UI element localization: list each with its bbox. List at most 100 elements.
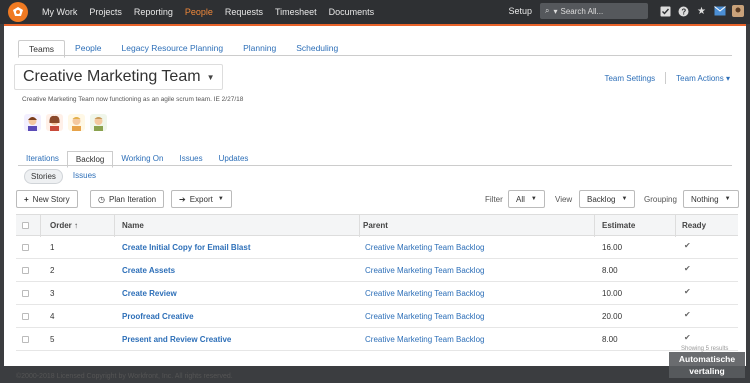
row-parent-link[interactable]: Creative Marketing Team Backlog [365, 289, 484, 298]
row-order: 3 [50, 289, 55, 298]
row-name-link[interactable]: Create Assets [122, 266, 175, 275]
row-parent-link[interactable]: Creative Marketing Team Backlog [365, 312, 484, 321]
chevron-down-icon: ▼ [724, 196, 731, 202]
table-row[interactable]: 1 Create Initial Copy for Email Blast Crea… [16, 236, 738, 259]
search-placeholder: Search All... [560, 6, 604, 16]
grouping-label: Grouping [644, 195, 677, 204]
member-avatar[interactable] [90, 114, 107, 131]
row-estimate: 10.00 [602, 289, 623, 298]
column-header-estimate[interactable]: Estimate [602, 221, 635, 230]
page-tabs-divider [18, 55, 732, 56]
svg-text:?: ? [681, 7, 686, 16]
workfront-logo-icon[interactable] [8, 2, 28, 22]
team-settings-link[interactable]: Team Settings [604, 74, 655, 83]
star-icon[interactable]: ★ [695, 5, 708, 18]
view-label: View [555, 195, 573, 204]
table-row[interactable]: 5 Present and Review Creative Creative Mar… [16, 328, 738, 351]
team-actions-link[interactable]: Team Actions ▾ [676, 74, 730, 83]
row-parent-link[interactable]: Creative Marketing Team Backlog [365, 335, 484, 344]
ready-check-icon[interactable]: ✔ [684, 241, 691, 250]
view-dropdown[interactable]: Backlog ▼ [579, 190, 636, 208]
column-header-parent[interactable]: Parent [363, 221, 388, 230]
clock-icon: ◷ [98, 194, 105, 204]
nav-item-requests[interactable]: Requests [225, 7, 263, 17]
export-arrow-icon: ➔ [179, 194, 186, 204]
copyright-footer: ©2000-2018 Licensed Copyright by Workfro… [16, 373, 233, 380]
column-divider [114, 215, 115, 237]
backlog-filter-pills: Stories Issues [24, 169, 106, 184]
row-checkbox[interactable] [22, 290, 29, 297]
main-nav: My Work Projects Reporting People Requests Ti… [42, 7, 386, 17]
column-divider [594, 215, 595, 237]
column-header-ready[interactable]: Ready [682, 221, 706, 230]
select-all-checkbox[interactable] [22, 222, 29, 229]
ready-check-icon[interactable]: ✔ [684, 264, 691, 273]
checklist-icon[interactable] [659, 5, 672, 18]
pill-issues[interactable]: Issues [67, 169, 102, 184]
row-checkbox[interactable] [22, 336, 29, 343]
table-row[interactable]: 3 Create Review Creative Marketing Team Ba… [16, 282, 738, 305]
top-nav-bar: My Work Projects Reporting People Requests Ti… [0, 0, 750, 24]
team-description: Creative Marketing Team now functioning … [22, 96, 244, 103]
nav-item-reporting[interactable]: Reporting [134, 7, 173, 17]
row-name-link[interactable]: Present and Review Creative [122, 335, 231, 344]
search-scope-chevron-icon: ▾ [553, 6, 558, 16]
ready-check-icon[interactable]: ✔ [684, 333, 691, 342]
row-estimate: 8.00 [602, 335, 618, 344]
nav-item-projects[interactable]: Projects [89, 7, 122, 17]
row-order: 2 [50, 266, 55, 275]
chevron-down-icon: ▼ [217, 196, 224, 202]
row-name-link[interactable]: Create Initial Copy for Email Blast [122, 243, 250, 252]
nav-item-people[interactable]: People [185, 7, 213, 17]
member-avatar[interactable] [46, 114, 63, 131]
search-input[interactable]: ⌕ ▾ Search All... [540, 3, 648, 19]
main-panel: Teams People Legacy Resource Planning Plann… [4, 24, 746, 380]
new-story-button[interactable]: + New Story [16, 190, 78, 208]
backlog-table: Order ↑ Name Parent Estimate Ready 1 Crea… [16, 214, 738, 351]
filter-dropdown[interactable]: All ▼ [508, 190, 545, 208]
team-selector[interactable]: Creative Marketing Team ▼ [14, 64, 224, 90]
user-avatar-icon[interactable] [731, 5, 744, 18]
ready-check-icon[interactable]: ✔ [684, 310, 691, 319]
row-checkbox[interactable] [22, 244, 29, 251]
chevron-down-icon: ▼ [530, 196, 537, 202]
row-parent-link[interactable]: Creative Marketing Team Backlog [365, 243, 484, 252]
table-body: 1 Create Initial Copy for Email Blast Crea… [16, 236, 738, 351]
row-estimate: 16.00 [602, 243, 623, 252]
setup-link[interactable]: Setup [508, 6, 532, 16]
member-avatar[interactable] [24, 114, 41, 131]
row-estimate: 20.00 [602, 312, 623, 321]
grouping-dropdown[interactable]: Nothing ▼ [683, 190, 739, 208]
row-order: 1 [50, 243, 55, 252]
table-row[interactable]: 4 Proofread Creative Creative Marketing Te… [16, 305, 738, 328]
column-header-order[interactable]: Order ↑ [50, 221, 78, 230]
email-icon[interactable] [713, 5, 726, 18]
row-checkbox[interactable] [22, 313, 29, 320]
export-button[interactable]: ➔ Export ▼ [171, 190, 232, 208]
row-order: 4 [50, 312, 55, 321]
nav-item-my-work[interactable]: My Work [42, 7, 77, 17]
search-icon: ⌕ [545, 6, 550, 15]
help-icon[interactable]: ? [677, 5, 690, 18]
row-checkbox[interactable] [22, 267, 29, 274]
nav-item-timesheet[interactable]: Timesheet [275, 7, 317, 17]
sub-tabs-divider [18, 165, 732, 166]
divider [665, 72, 667, 84]
filter-label: Filter [485, 195, 503, 204]
table-row[interactable]: 2 Create Assets Creative Marketing Team Ba… [16, 259, 738, 282]
row-order: 5 [50, 335, 55, 344]
page-title: Creative Marketing Team [23, 68, 201, 85]
row-name-link[interactable]: Proofread Creative [122, 312, 194, 321]
column-header-name[interactable]: Name [122, 221, 144, 230]
sort-ascending-icon: ↑ [74, 221, 79, 230]
plan-iteration-button[interactable]: ◷ Plan Iteration [90, 190, 165, 208]
row-parent-link[interactable]: Creative Marketing Team Backlog [365, 266, 484, 275]
pill-stories[interactable]: Stories [24, 169, 63, 184]
nav-item-documents[interactable]: Documents [329, 7, 375, 17]
plus-icon: + [24, 194, 29, 204]
member-avatar[interactable] [68, 114, 85, 131]
ready-check-icon[interactable]: ✔ [684, 287, 691, 296]
row-name-link[interactable]: Create Review [122, 289, 177, 298]
team-members [24, 114, 112, 131]
table-header: Order ↑ Name Parent Estimate Ready [16, 214, 738, 237]
